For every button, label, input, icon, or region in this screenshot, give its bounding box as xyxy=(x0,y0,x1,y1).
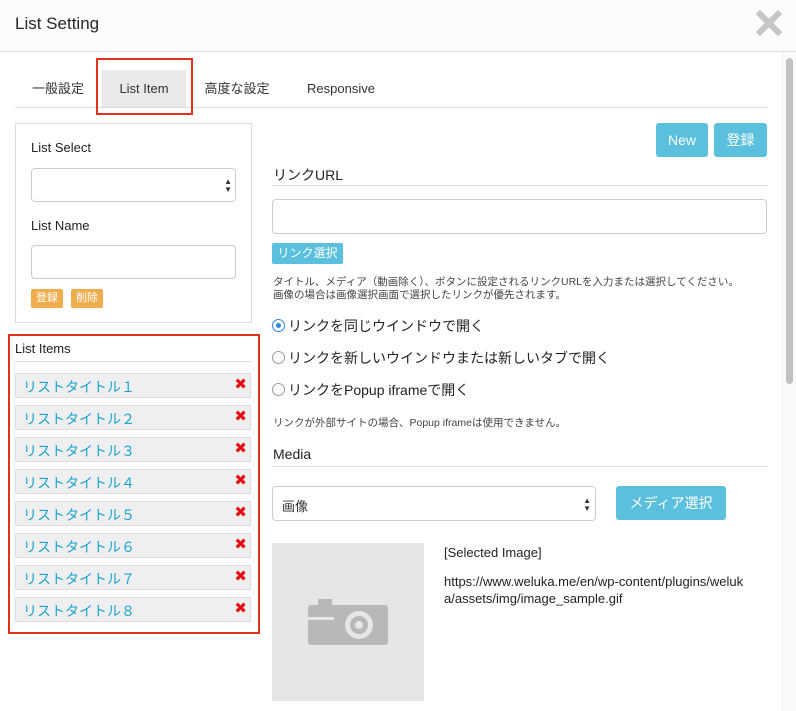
delete-icon[interactable]: ✖ xyxy=(234,504,247,522)
list-item[interactable]: リストタイトル１ ✖ xyxy=(15,373,251,398)
select-arrows-icon: ▲ ▼ xyxy=(224,177,232,194)
selected-image-label: [Selected Image] xyxy=(444,545,542,560)
link-help-line-1: タイトル、メディア（動画除く）、ボタンに設定されるリンクURLを入力または選択し… xyxy=(273,276,739,288)
link-option-label[interactable]: リンクをPopup iframeで開く xyxy=(288,380,469,400)
selected-image-preview xyxy=(272,543,424,701)
radio-selected-icon[interactable] xyxy=(272,319,285,332)
register-button[interactable]: 登録 xyxy=(714,123,767,157)
media-type-value: 画像 xyxy=(282,499,309,514)
delete-icon[interactable]: ✖ xyxy=(234,376,247,394)
link-url-divider xyxy=(273,185,767,186)
list-delete-button[interactable]: 削除 xyxy=(71,289,103,308)
list-item-name[interactable]: リストタイトル５ xyxy=(23,505,135,525)
list-items-divider xyxy=(15,361,252,362)
list-name-input[interactable] xyxy=(31,245,236,279)
list-item[interactable]: リストタイトル６ ✖ xyxy=(15,533,251,558)
link-option-label[interactable]: リンクを同じウインドウで開く xyxy=(288,316,484,336)
list-items-title: List Items xyxy=(15,341,71,356)
list-item[interactable]: リストタイトル２ ✖ xyxy=(15,405,251,430)
link-url-input[interactable] xyxy=(272,199,767,234)
selected-image-url-line-2: a/assets/img/image_sample.gif xyxy=(444,591,623,606)
list-item[interactable]: リストタイトル８ ✖ xyxy=(15,597,251,622)
list-item-name[interactable]: リストタイトル７ xyxy=(23,569,135,589)
radio-icon[interactable] xyxy=(272,351,285,364)
list-settings-panel: List Select ▲ ▼ List Name 登録 削除 xyxy=(15,123,252,323)
list-item[interactable]: リストタイトル７ ✖ xyxy=(15,565,251,590)
media-type-select[interactable]: 画像 ▲ ▼ xyxy=(272,486,596,521)
camera-icon xyxy=(308,599,388,645)
list-item-name[interactable]: リストタイトル４ xyxy=(23,473,135,493)
tab-list-item[interactable]: List Item xyxy=(102,70,186,107)
list-item-name[interactable]: リストタイトル２ xyxy=(23,409,135,429)
delete-icon[interactable]: ✖ xyxy=(234,568,247,586)
selected-image-url-line-1: https://www.weluka.me/en/wp-content/plug… xyxy=(444,574,744,589)
link-option-label[interactable]: リンクを新しいウインドウまたは新しいタブで開く xyxy=(288,348,610,368)
delete-icon[interactable]: ✖ xyxy=(234,536,247,554)
link-select-button[interactable]: リンク選択 xyxy=(272,243,343,264)
list-select[interactable]: ▲ ▼ xyxy=(31,168,236,202)
tab-general-settings[interactable]: 一般設定 xyxy=(15,70,101,107)
delete-icon[interactable]: ✖ xyxy=(234,600,247,618)
list-item[interactable]: リストタイトル５ ✖ xyxy=(15,501,251,526)
delete-icon[interactable]: ✖ xyxy=(234,408,247,426)
delete-icon[interactable]: ✖ xyxy=(234,472,247,490)
close-icon[interactable] xyxy=(756,10,782,36)
list-select-label: List Select xyxy=(31,140,91,155)
tab-advanced-settings[interactable]: 高度な設定 xyxy=(191,70,283,107)
tab-responsive[interactable]: Responsive xyxy=(291,70,391,107)
tab-bar: 一般設定 List Item 高度な設定 Responsive xyxy=(15,70,768,108)
link-url-title: リンクURL xyxy=(273,167,344,183)
link-help-line-2: 画像の場合は画像選択画面で選択したリンクが優先されます。 xyxy=(273,289,566,301)
list-item-name[interactable]: リストタイトル１ xyxy=(23,377,135,397)
link-external-note: リンクが外部サイトの場合、Popup iframeは使用できません。 xyxy=(273,417,567,429)
radio-icon[interactable] xyxy=(272,383,285,396)
dialog-header: List Setting xyxy=(0,0,796,52)
media-select-button[interactable]: メディア選択 xyxy=(616,486,726,520)
list-name-label: List Name xyxy=(31,218,90,233)
media-divider xyxy=(273,466,767,467)
list-item[interactable]: リストタイトル３ ✖ xyxy=(15,437,251,462)
list-item-name[interactable]: リストタイトル６ xyxy=(23,537,135,557)
list-item-name[interactable]: リストタイトル３ xyxy=(23,441,135,461)
dialog-title: List Setting xyxy=(15,14,100,33)
list-item-name[interactable]: リストタイトル８ xyxy=(23,601,135,621)
select-arrows-icon: ▲ ▼ xyxy=(583,496,591,513)
list-register-button[interactable]: 登録 xyxy=(31,289,63,308)
list-item[interactable]: リストタイトル４ ✖ xyxy=(15,469,251,494)
delete-icon[interactable]: ✖ xyxy=(234,440,247,458)
scrollbar-thumb[interactable] xyxy=(786,58,793,384)
media-title: Media xyxy=(273,446,312,462)
new-button[interactable]: New xyxy=(656,123,708,157)
